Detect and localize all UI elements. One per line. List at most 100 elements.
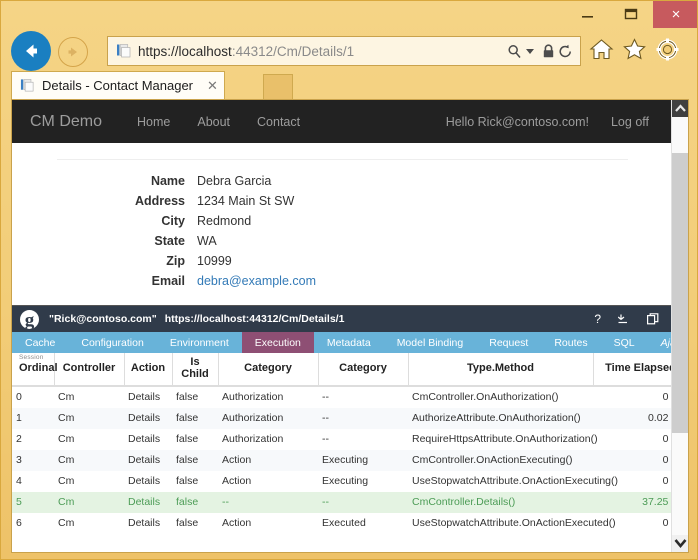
glimpse-tab-sql[interactable]: SQL bbox=[601, 332, 648, 353]
tab-close-icon[interactable]: ✕ bbox=[207, 78, 218, 94]
lock-icon[interactable] bbox=[542, 43, 555, 59]
time-value: 37.25 bbox=[642, 496, 669, 508]
settings-gear-icon[interactable] bbox=[655, 37, 680, 62]
logoff-link[interactable]: Log off bbox=[603, 111, 657, 133]
back-button[interactable] bbox=[11, 31, 51, 71]
field-value-zip: 10999 bbox=[197, 254, 232, 268]
cell-category-1: Authorization bbox=[222, 391, 284, 403]
glimpse-header: g "Rick@contoso.com" https://localhost:4… bbox=[12, 306, 673, 332]
column-header-time-elapsed[interactable]: Time Elapsed bbox=[593, 353, 673, 387]
ie-browser-window: × https://localhost:44312/Cm/Details/1 D… bbox=[0, 0, 698, 560]
browser-tab-strip: Details - Contact Manager ✕ bbox=[1, 71, 697, 100]
contact-details-section: Name Debra Garcia Address 1234 Main St S… bbox=[12, 159, 673, 324]
glimpse-user-label: "Rick@contoso.com" bbox=[49, 313, 157, 325]
minimize-button[interactable] bbox=[565, 1, 609, 28]
cell-controller: Cm bbox=[58, 433, 75, 445]
favorites-icon[interactable] bbox=[622, 37, 647, 62]
cell-action: Details bbox=[128, 475, 161, 487]
maximize-icon bbox=[624, 8, 637, 20]
glimpse-help-icon[interactable]: ? bbox=[594, 313, 601, 325]
cell-category-1: Action bbox=[222, 517, 252, 529]
field-label-address: Address bbox=[134, 194, 185, 208]
close-icon: × bbox=[671, 6, 681, 23]
table-row[interactable]: 1 Cm Details false Authorization -- Auth… bbox=[12, 408, 673, 429]
home-icon[interactable] bbox=[589, 37, 614, 62]
address-bar[interactable]: https://localhost:44312/Cm/Details/1 bbox=[107, 36, 581, 66]
glimpse-tab-metadata[interactable]: Metadata bbox=[314, 332, 384, 353]
forward-arrow-icon bbox=[68, 47, 77, 57]
glimpse-tab-bar: Cache Configuration Environment Executio… bbox=[12, 332, 673, 353]
glimpse-tab-model-binding[interactable]: Model Binding bbox=[384, 332, 477, 353]
new-tab-button[interactable] bbox=[263, 74, 293, 100]
cell-category-1: Action bbox=[218, 450, 318, 471]
refresh-icon[interactable] bbox=[558, 44, 573, 59]
nav-link-home[interactable]: Home bbox=[126, 111, 181, 133]
back-arrow-icon bbox=[26, 44, 37, 58]
email-link[interactable]: debra@example.com bbox=[197, 274, 316, 288]
time-value: 0.02 bbox=[647, 412, 669, 424]
column-header-category-2[interactable]: Category bbox=[318, 353, 409, 387]
cell-controller: Cm bbox=[58, 475, 75, 487]
glimpse-tab-ajax[interactable]: Ajax bbox=[648, 332, 673, 353]
glimpse-logo-icon: g bbox=[20, 309, 39, 329]
browser-tab-title: Details - Contact Manager bbox=[42, 78, 194, 93]
scroll-thumb[interactable] bbox=[672, 153, 688, 433]
site-brand[interactable]: CM Demo bbox=[30, 113, 102, 131]
field-label-state: State bbox=[154, 234, 185, 248]
execution-table: Session Ordinal Controller Action Is Chi… bbox=[12, 353, 673, 534]
glimpse-tab-execution[interactable]: Execution bbox=[241, 332, 314, 353]
execution-table-body: 0 Cm Details false Authorization -- CmCo… bbox=[12, 386, 673, 534]
cell-action: Details bbox=[124, 450, 172, 471]
glimpse-tab-configuration[interactable]: Configuration bbox=[68, 332, 156, 353]
field-label-email: Email bbox=[151, 274, 185, 288]
field-value-name: Debra Garcia bbox=[197, 174, 272, 188]
scroll-down-button[interactable] bbox=[672, 535, 688, 552]
table-row[interactable]: 5 Cm Details false -- -- CmController.De… bbox=[12, 492, 673, 513]
scroll-track-upper[interactable] bbox=[672, 117, 688, 153]
cell-controller: Cm bbox=[58, 517, 75, 529]
user-greeting-link[interactable]: Hello Rick@contoso.com! bbox=[438, 111, 597, 133]
column-header-action[interactable]: Action bbox=[124, 353, 173, 387]
page-scrollbar[interactable] bbox=[671, 100, 688, 552]
glimpse-tab-request[interactable]: Request bbox=[476, 332, 541, 353]
column-header-category-1[interactable]: Category bbox=[218, 353, 319, 387]
nav-link-contact[interactable]: Contact bbox=[246, 111, 311, 133]
chevron-down-icon[interactable] bbox=[526, 48, 534, 54]
browser-tab[interactable]: Details - Contact Manager ✕ bbox=[11, 71, 225, 99]
chevron-down-icon bbox=[674, 539, 687, 549]
table-row[interactable]: 2 Cm Details false Authorization -- Requ… bbox=[12, 429, 673, 450]
table-row[interactable]: 4 Cm Details false Action Executing UseS… bbox=[12, 471, 673, 492]
close-button[interactable]: × bbox=[653, 1, 697, 28]
cell-time-elapsed: 0 ms bbox=[593, 429, 673, 450]
glimpse-minimize-icon[interactable] bbox=[618, 313, 630, 325]
maximize-button[interactable] bbox=[609, 1, 653, 28]
scroll-track-lower[interactable] bbox=[672, 433, 688, 535]
forward-button[interactable] bbox=[58, 37, 88, 67]
search-icon[interactable] bbox=[507, 44, 522, 59]
cell-ordinal: 3 bbox=[12, 450, 54, 471]
execution-table-head: Session Ordinal Controller Action Is Chi… bbox=[12, 353, 673, 387]
cell-type-method: AuthorizeAttribute.OnAuthorization() bbox=[408, 408, 593, 429]
table-row[interactable]: 3 Cm Details false Action Executing CmCo… bbox=[12, 450, 673, 471]
glimpse-tab-cache[interactable]: Cache bbox=[12, 332, 68, 353]
table-row[interactable]: 0 Cm Details false Authorization -- CmCo… bbox=[12, 386, 673, 408]
cell-type-method: CmController.OnActionExecuting() bbox=[408, 450, 593, 471]
column-header-is-child[interactable]: Is Child bbox=[172, 353, 219, 387]
window-titlebar: × bbox=[1, 1, 697, 29]
column-header-controller[interactable]: Controller bbox=[54, 353, 125, 387]
column-header-type-method[interactable]: Type.Method bbox=[408, 353, 594, 387]
cell-is-child: false bbox=[176, 517, 199, 529]
glimpse-tab-routes[interactable]: Routes bbox=[541, 332, 600, 353]
nav-link-about[interactable]: About bbox=[186, 111, 241, 133]
cell-time-elapsed: 0.02 ms bbox=[593, 408, 673, 429]
table-row[interactable]: 6 Cm Details false Action Executed UseSt… bbox=[12, 513, 673, 534]
scroll-up-button[interactable] bbox=[672, 100, 688, 117]
cell-action: Details bbox=[124, 492, 172, 513]
cell-ordinal: 1 bbox=[12, 408, 54, 429]
execution-table-header-row: Session Ordinal Controller Action Is Chi… bbox=[12, 353, 673, 387]
glimpse-tab-environment[interactable]: Environment bbox=[157, 332, 242, 353]
column-header-ordinal[interactable]: Session Ordinal bbox=[12, 353, 58, 387]
field-value-city: Redmond bbox=[197, 214, 252, 228]
glimpse-execution-table-container[interactable]: Session Ordinal Controller Action Is Chi… bbox=[12, 353, 673, 552]
glimpse-open-window-icon[interactable] bbox=[647, 313, 659, 325]
